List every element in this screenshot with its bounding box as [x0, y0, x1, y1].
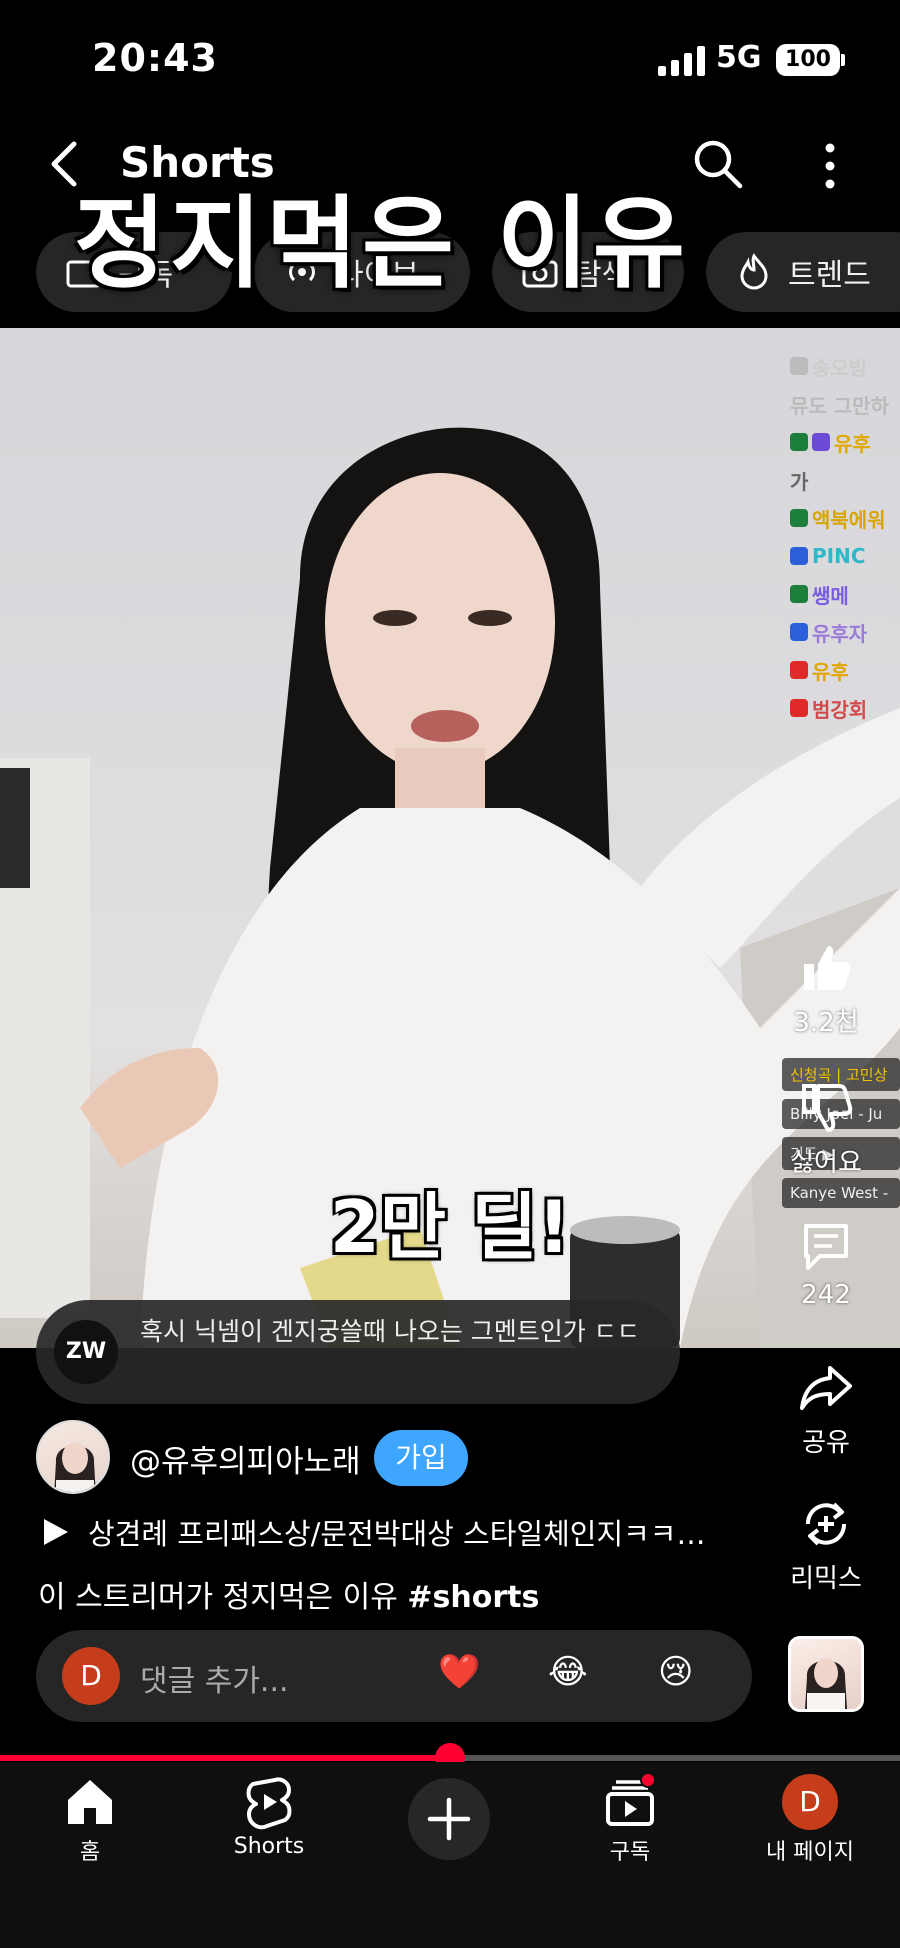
chat-line: 범강회 — [790, 690, 900, 726]
chat-badge — [790, 661, 808, 679]
trending-flame-icon — [740, 253, 768, 290]
remix-label: 리믹스 — [790, 1564, 862, 1594]
like-count: 3.2천 — [793, 1008, 859, 1038]
nav-subscriptions[interactable]: 구독 — [560, 1774, 700, 1866]
nav-label: 홈 — [79, 1840, 101, 1865]
add-comment-input[interactable]: 댓글 추가... — [140, 1656, 289, 1700]
channel-avatar-image — [54, 1442, 96, 1492]
chat-text: 쌩메 — [812, 583, 849, 608]
chat-badge — [790, 623, 808, 641]
play-icon — [44, 1519, 68, 1545]
description-text: 이 스트리머가 정지먹은 이유 — [38, 1580, 398, 1615]
chat-text: 가 — [790, 469, 809, 494]
chat-text: 유후 — [812, 659, 849, 684]
chat-line: 가 — [790, 462, 900, 498]
network-type: 5G — [716, 40, 762, 75]
comment-count: 242 — [801, 1280, 851, 1310]
channel-avatar[interactable] — [36, 1420, 110, 1494]
dislike-button[interactable]: 싫어요 — [780, 1080, 872, 1179]
status-time: 20:43 — [92, 36, 218, 80]
like-button[interactable]: 3.2천 — [780, 940, 872, 1039]
sound-thumbnail[interactable] — [788, 1636, 864, 1712]
home-icon — [68, 1780, 112, 1824]
signal-icon — [658, 46, 705, 76]
comments-button[interactable]: 242 — [780, 1218, 872, 1310]
chip-label: 트렌드 — [788, 258, 871, 293]
comment-preview[interactable]: ZW 혹시 닉넴이 겐지궁쓸때 나오는 그멘트인가 ㄷㄷ — [36, 1300, 680, 1404]
chat-badge — [790, 433, 808, 451]
commenter-avatar: ZW — [54, 1320, 118, 1384]
heart-emoji-button[interactable]: ❤️ — [438, 1652, 480, 1692]
share-label: 공유 — [802, 1428, 850, 1458]
nav-me[interactable]: D 내 페이지 — [740, 1774, 880, 1866]
chat-line: 액북에워 — [790, 500, 900, 536]
video-player[interactable]: 송오빙 뮤도 그만하 유후 가 액북에워 PINC 쌩메 유후자 유후 범강회 … — [0, 328, 900, 1348]
chat-line: 유후자 — [790, 614, 900, 650]
battery-tip — [841, 54, 845, 66]
chat-text: PINC — [812, 544, 866, 568]
chat-line: PINC — [790, 538, 900, 574]
comment-preview-text: 혹시 닉넴이 겐지궁쓸때 나오는 그멘트인가 ㄷㄷ — [140, 1317, 640, 1346]
dislike-label: 싫어요 — [790, 1148, 862, 1178]
channel-name[interactable]: @유후의피아노래 — [130, 1436, 361, 1481]
laugh-emoji-button[interactable]: 😂 — [548, 1652, 588, 1692]
search-icon[interactable] — [692, 138, 744, 190]
bottom-navigation: 홈 Shorts 구독 D 내 페이지 — [0, 1762, 900, 1948]
chat-text: 송오빙 — [812, 355, 868, 380]
video-caption: 2만 딜! — [329, 1185, 571, 1269]
chat-line: 유후 — [790, 652, 900, 688]
share-icon — [800, 1366, 852, 1410]
sad-emoji-button[interactable]: 😢 — [658, 1652, 693, 1692]
live-chat-overlay: 송오빙 뮤도 그만하 유후 가 액북에워 PINC 쌩메 유후자 유후 범강회 — [790, 348, 900, 728]
share-button[interactable]: 공유 — [780, 1360, 872, 1459]
thumbs-up-icon — [804, 946, 851, 990]
nav-label: 구독 — [609, 1840, 651, 1865]
chat-badge — [812, 433, 830, 451]
chat-line: 송오빙 — [790, 348, 900, 384]
notification-dot — [640, 1772, 656, 1788]
me-avatar: D — [782, 1774, 838, 1830]
comment-icon — [804, 1224, 848, 1270]
battery-icon: 100 — [776, 44, 840, 76]
nav-shorts[interactable]: Shorts — [199, 1774, 339, 1859]
nav-home[interactable]: 홈 — [20, 1774, 160, 1866]
chat-text: 유후 — [834, 431, 871, 456]
chat-line: 뮤도 그만하 — [790, 386, 900, 422]
thumbs-down-icon — [802, 1084, 853, 1132]
music-title: 상견례 프리패스상/문전박대상 스타일체인지ㅋㅋ… — [88, 1517, 706, 1551]
shorts-icon — [246, 1777, 292, 1830]
plus-icon — [427, 1797, 471, 1841]
remix-icon — [805, 1502, 847, 1546]
status-bar: 20:43 5G 100 — [0, 0, 900, 120]
remix-button[interactable]: 리믹스 — [780, 1496, 872, 1595]
chat-badge — [790, 699, 808, 717]
video-description[interactable]: 이 스트리머가 정지먹은 이유 #shorts — [38, 1572, 539, 1616]
chat-text: 뮤도 그만하 — [790, 393, 889, 418]
chat-text: 액북에워 — [812, 507, 886, 532]
sound-thumbnail-image — [805, 1658, 847, 1709]
more-options-icon[interactable] — [814, 140, 846, 192]
video-title-overlay: 정지먹은 이유 — [74, 185, 689, 302]
chat-badge — [790, 585, 808, 603]
progress-fill — [0, 1755, 450, 1761]
chat-badge — [790, 547, 808, 565]
music-row[interactable]: 상견례 프리패스상/문전박대상 스타일체인지ㅋㅋ… — [40, 1510, 750, 1554]
chat-text: 유후자 — [812, 621, 868, 646]
chip-trending[interactable]: 트렌드 — [706, 232, 900, 312]
join-button[interactable]: 가입 — [374, 1430, 468, 1486]
nav-label: Shorts — [233, 1834, 305, 1859]
chat-badge — [790, 357, 808, 375]
chat-text: 범강회 — [812, 697, 868, 722]
chat-line: 쌩메 — [790, 576, 900, 612]
playback-progress[interactable] — [0, 1743, 900, 1773]
user-avatar: D — [62, 1647, 120, 1705]
hashtag-link[interactable]: #shorts — [407, 1580, 539, 1615]
chat-badge — [790, 509, 808, 527]
nav-label: 내 페이지 — [766, 1840, 854, 1865]
create-button[interactable] — [408, 1778, 490, 1860]
add-comment-bar[interactable]: D 댓글 추가... ❤️ 😂 😢 — [36, 1630, 752, 1722]
chat-line: 유후 — [790, 424, 900, 460]
